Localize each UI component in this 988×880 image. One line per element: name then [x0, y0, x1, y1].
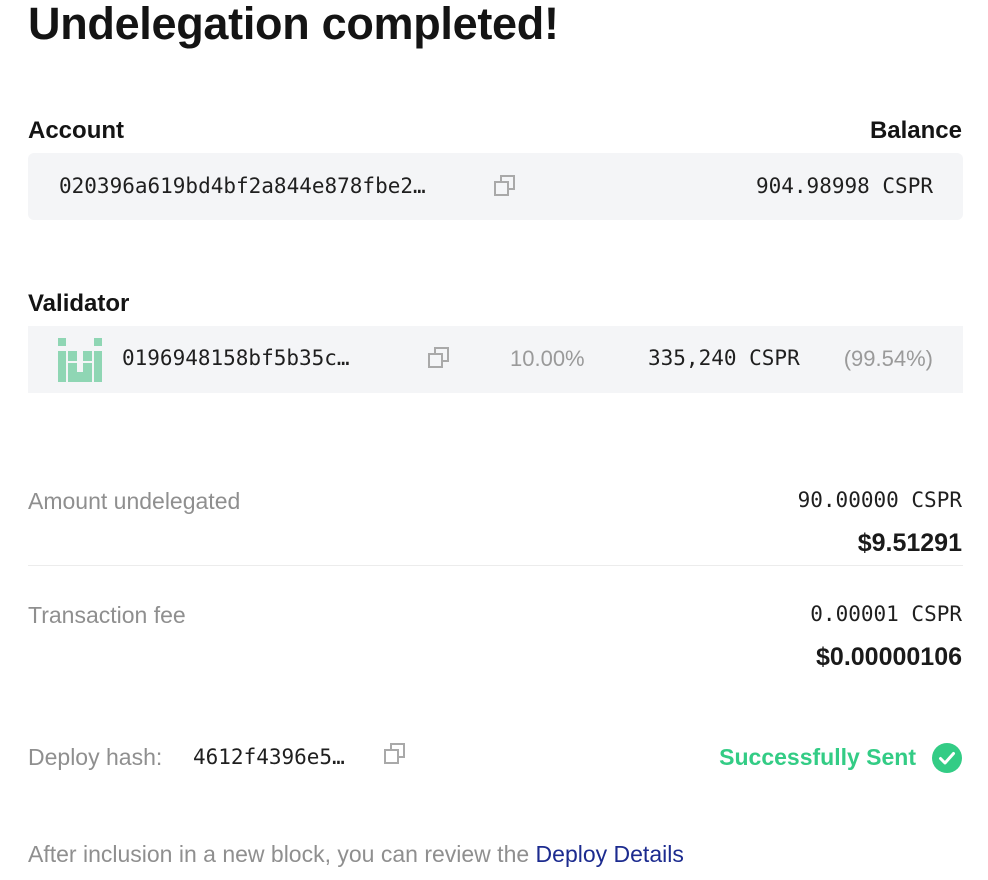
- transaction-fee-label: Transaction fee: [28, 602, 186, 628]
- account-hash: 020396a619bd4bf2a844e878fbe2…: [59, 174, 426, 198]
- balance-label: Balance: [869, 117, 962, 144]
- validator-stake-share: (99.54%): [843, 346, 933, 371]
- validator-label: Validator: [28, 290, 130, 317]
- footer-text: After inclusion in a new block, you can …: [28, 841, 536, 867]
- validator-identicon: [58, 338, 102, 382]
- account-label: Account: [28, 117, 124, 144]
- validator-card: 0196948158bf5b35c… 10.00% 335,240 CSPR (…: [28, 326, 963, 393]
- copy-icon[interactable]: [426, 345, 452, 376]
- validator-hash: 0196948158bf5b35c…: [122, 346, 350, 370]
- transaction-fee-usd: $0.00000106: [816, 643, 962, 671]
- amount-label: Amount undelegated: [28, 488, 241, 514]
- validator-fee: 10.00%: [510, 346, 585, 371]
- check-circle-icon: [932, 743, 962, 773]
- page-title: Undelegation completed!: [28, 0, 559, 49]
- deploy-hash: 4612f4396e5…: [193, 745, 345, 769]
- footer-note: After inclusion in a new block, you can …: [28, 841, 684, 868]
- deploy-hash-label: Deploy hash:: [28, 744, 163, 770]
- copy-icon[interactable]: [382, 741, 408, 772]
- divider: [28, 565, 963, 566]
- deploy-details-link[interactable]: Deploy Details: [536, 841, 684, 867]
- transaction-fee-cspr: 0.00001 CSPR: [810, 602, 962, 626]
- copy-icon[interactable]: [492, 173, 518, 204]
- amount-cspr: 90.00000 CSPR: [797, 488, 962, 512]
- account-card: 020396a619bd4bf2a844e878fbe2… 904.98998 …: [28, 153, 963, 220]
- validator-stake: 335,240 CSPR: [648, 346, 800, 370]
- account-balance: 904.98998 CSPR: [755, 174, 933, 198]
- amount-usd: $9.51291: [857, 529, 962, 557]
- status-text: Successfully Sent: [719, 744, 916, 770]
